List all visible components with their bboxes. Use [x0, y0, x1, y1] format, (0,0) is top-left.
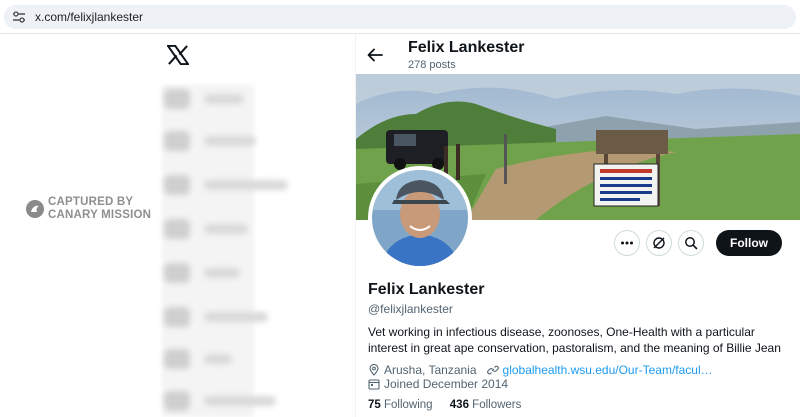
- avatar[interactable]: [368, 166, 472, 270]
- profile-website-link[interactable]: globalhealth.wsu.edu/Our-Team/facul…: [503, 363, 713, 377]
- location-icon: [369, 364, 379, 376]
- following-count: 75: [368, 399, 381, 411]
- x-logo-icon[interactable]: [167, 45, 189, 65]
- avatar-photo: [372, 170, 468, 266]
- more-icon: [621, 241, 633, 245]
- sidebar-item[interactable]: [162, 87, 312, 111]
- url-text: x.com/felixjlankester: [35, 10, 144, 24]
- profile-column: Felix Lankester 278 posts Follow Felix L…: [355, 35, 800, 417]
- followers-link[interactable]: 436 Followers: [450, 399, 522, 411]
- search-icon: [685, 237, 698, 250]
- canary-logo-icon: [26, 200, 44, 218]
- profile-actions: Follow: [614, 229, 782, 257]
- profile-name: Felix Lankester: [368, 281, 485, 298]
- profile-meta-row: Arusha, Tanzania globalhealth.wsu.edu/Ou…: [368, 363, 713, 377]
- sidebar-item[interactable]: [162, 305, 312, 329]
- following-link[interactable]: 75 Following: [368, 399, 433, 411]
- more-button[interactable]: [614, 230, 640, 256]
- captured-watermark: CAPTURED BY CANARY MISSION: [24, 195, 154, 225]
- sidebar-item[interactable]: [162, 217, 312, 241]
- sidebar-item[interactable]: [162, 261, 312, 285]
- profile-header: Felix Lankester 278 posts: [356, 35, 800, 75]
- follow-button[interactable]: Follow: [716, 230, 782, 256]
- profile-location: Arusha, Tanzania: [384, 363, 477, 377]
- search-button[interactable]: [678, 230, 704, 256]
- profile-joined: Joined December 2014: [384, 377, 509, 391]
- arrow-left-icon[interactable]: [366, 46, 384, 64]
- sidebar-item[interactable]: [162, 129, 312, 153]
- header-post-count: 278 posts: [408, 59, 456, 71]
- captured-line2: CANARY MISSION: [48, 209, 152, 221]
- followers-label: Followers: [472, 399, 522, 411]
- captured-line1: CAPTURED BY: [48, 196, 134, 208]
- grok-button[interactable]: [646, 230, 672, 256]
- follow-stats: 75 Following 436 Followers: [368, 399, 521, 411]
- site-settings-icon[interactable]: [12, 11, 26, 23]
- profile-bio: Vet working in infectious disease, zoono…: [368, 325, 781, 355]
- followers-count: 436: [449, 399, 469, 411]
- grok-icon: [653, 237, 665, 249]
- sidebar-item[interactable]: [162, 389, 312, 413]
- sidebar-item[interactable]: [162, 347, 312, 371]
- link-icon: [486, 365, 499, 375]
- following-label: Following: [384, 399, 433, 411]
- calendar-icon: [368, 379, 380, 390]
- header-name: Felix Lankester: [408, 39, 525, 56]
- profile-handle: @felixjlankester: [368, 302, 453, 316]
- sidebar-item[interactable]: [162, 173, 312, 197]
- sidebar-nav: [162, 85, 312, 417]
- url-field[interactable]: x.com/felixjlankester: [4, 5, 796, 29]
- browser-address-bar: x.com/felixjlankester: [0, 0, 800, 34]
- profile-joined-row: Joined December 2014: [368, 377, 508, 391]
